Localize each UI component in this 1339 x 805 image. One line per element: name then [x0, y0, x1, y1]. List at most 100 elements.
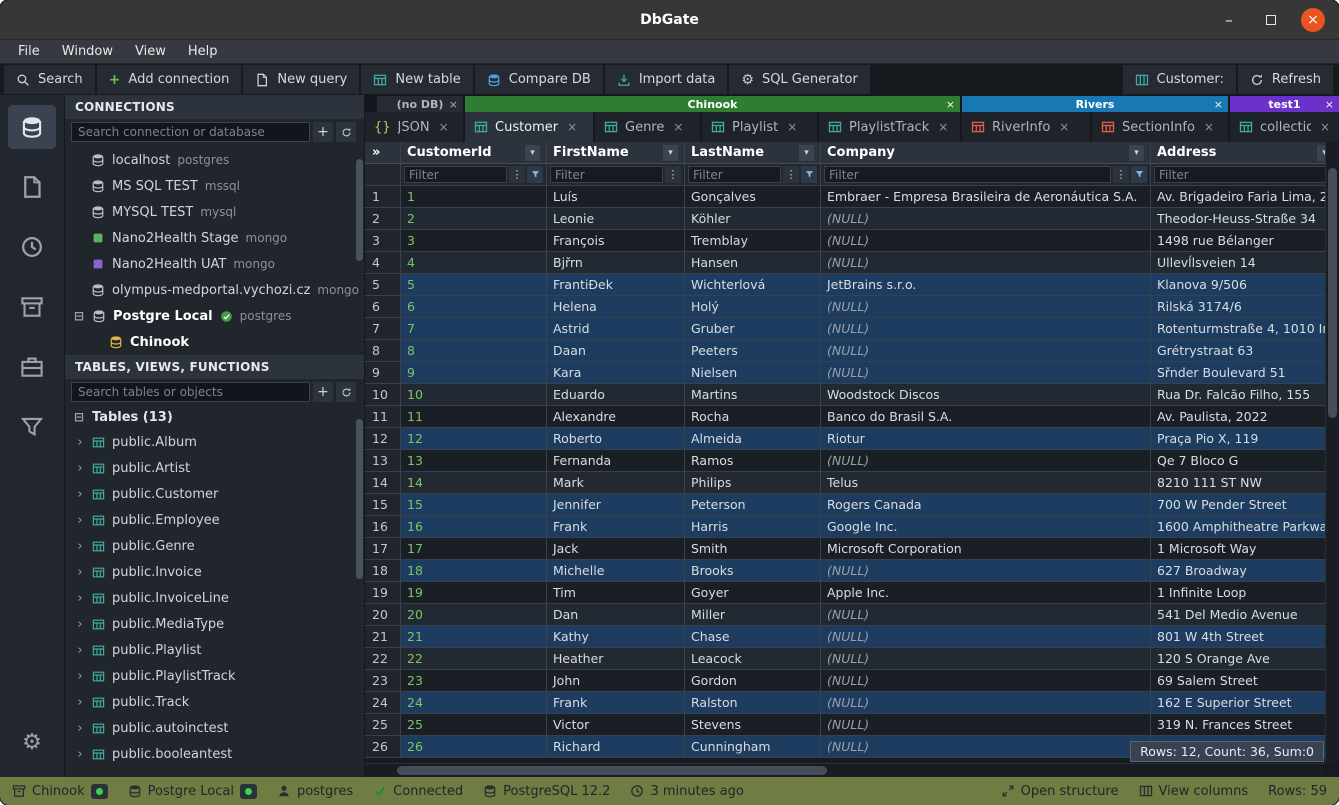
- cell-firstname[interactable]: Frank: [547, 516, 685, 538]
- cell-customerid[interactable]: 16: [401, 516, 547, 538]
- menu-item-file[interactable]: File: [8, 42, 50, 61]
- tab-playlisttrack[interactable]: PlaylistTrack×: [819, 112, 960, 142]
- cell-company[interactable]: (NULL): [821, 692, 1151, 714]
- toolbar-refresh-button[interactable]: Refresh: [1238, 65, 1333, 94]
- tab-json[interactable]: {}JSON×: [365, 112, 463, 142]
- cell-firstname[interactable]: Victor: [547, 714, 685, 736]
- cell-company[interactable]: Telus: [821, 472, 1151, 494]
- tab-group-rivers[interactable]: Rivers×: [962, 96, 1228, 112]
- add-connection-small-button[interactable]: +: [313, 122, 333, 142]
- cell-address[interactable]: Rotenturmstraße 4, 1010 Innere Stadt: [1151, 318, 1339, 340]
- status-postgres[interactable]: postgres: [277, 784, 353, 799]
- toolbar-new-query-button[interactable]: New query: [243, 65, 359, 94]
- cell-lastname[interactable]: Harris: [685, 516, 821, 538]
- status-postgre-local[interactable]: Postgre Local: [128, 784, 257, 799]
- cell-customerid[interactable]: 22: [401, 648, 547, 670]
- cell-firstname[interactable]: Luís: [547, 186, 685, 208]
- connection-item-ms-sql-test[interactable]: MS SQL TESTmssql: [65, 173, 364, 199]
- grid-corner-button[interactable]: »: [365, 142, 401, 164]
- cell-address[interactable]: 319 N. Frances Street: [1151, 714, 1339, 736]
- table-row[interactable]: 1717JackSmithMicrosoft Corporation1 Micr…: [365, 538, 1339, 560]
- cell-company[interactable]: (NULL): [821, 626, 1151, 648]
- cell-customerid[interactable]: 1: [401, 186, 547, 208]
- cell-address[interactable]: Rilská 3174/6: [1151, 296, 1339, 318]
- cell-address[interactable]: 120 S Orange Ave: [1151, 648, 1339, 670]
- sidebar-scrollbar[interactable]: [356, 419, 363, 579]
- cell-customerid[interactable]: 8: [401, 340, 547, 362]
- vertical-scrollbar-thumb[interactable]: [1328, 168, 1337, 418]
- filter-menu-button[interactable]: ⋮: [783, 166, 799, 183]
- cell-firstname[interactable]: Kara: [547, 362, 685, 384]
- cell-company[interactable]: (NULL): [821, 230, 1151, 252]
- tab-group-no-db[interactable]: (no DB)×: [377, 96, 463, 112]
- table-row[interactable]: 1818MichelleBrooks(NULL)627 Broadway: [365, 560, 1339, 582]
- cell-company[interactable]: (NULL): [821, 648, 1151, 670]
- sidebar-scrollbar[interactable]: [356, 159, 363, 261]
- cell-firstname[interactable]: Roberto: [547, 428, 685, 450]
- table-row[interactable]: 99KaraNielsen(NULL)Sřnder Boulevard 51: [365, 362, 1339, 384]
- tables-group[interactable]: ⊟ Tables (13): [65, 405, 364, 429]
- cell-firstname[interactable]: Richard: [547, 736, 685, 758]
- cell-address[interactable]: Ullevĺlsveien 14: [1151, 252, 1339, 274]
- connection-item-postgre-local[interactable]: ⊟Postgre Localpostgres: [65, 303, 364, 329]
- cell-firstname[interactable]: Astrid: [547, 318, 685, 340]
- cell-lastname[interactable]: Rocha: [685, 406, 821, 428]
- table-row[interactable]: 44BjřrnHansen(NULL)Ullevĺlsveien 14: [365, 252, 1339, 274]
- filter-funnel-button[interactable]: [527, 166, 543, 183]
- table-row[interactable]: 66HelenaHolý(NULL)Rilská 3174/6: [365, 296, 1339, 318]
- table-row[interactable]: 11LuísGonçalvesEmbraer - Empresa Brasile…: [365, 186, 1339, 208]
- toolbar-customer-button[interactable]: Customer:: [1123, 65, 1236, 94]
- table-item-public-artist[interactable]: ›public.Artist: [65, 455, 364, 481]
- filter-input-company[interactable]: [824, 166, 1111, 183]
- table-item-public-employee[interactable]: ›public.Employee: [65, 507, 364, 533]
- cell-lastname[interactable]: Philips: [685, 472, 821, 494]
- cell-address[interactable]: Av. Paulista, 2022: [1151, 406, 1339, 428]
- cell-lastname[interactable]: Nielsen: [685, 362, 821, 384]
- cell-customerid[interactable]: 12: [401, 428, 547, 450]
- cell-customerid[interactable]: 21: [401, 626, 547, 648]
- toolbar-compare-db-button[interactable]: Compare DB: [475, 65, 603, 94]
- table-item-public-invoiceline[interactable]: ›public.InvoiceLine: [65, 585, 364, 611]
- table-item-public-album[interactable]: ›public.Album: [65, 429, 364, 455]
- table-item-public-mediatype[interactable]: ›public.MediaType: [65, 611, 364, 637]
- cell-address[interactable]: Av. Brigadeiro Faria Lima, 2170: [1151, 186, 1339, 208]
- cell-address[interactable]: Praça Pio X, 119: [1151, 428, 1339, 450]
- menu-item-help[interactable]: Help: [178, 42, 228, 61]
- cell-company[interactable]: Riotur: [821, 428, 1151, 450]
- database-item-chinook[interactable]: Chinook: [65, 329, 364, 355]
- filter-funnel-button[interactable]: [801, 166, 817, 183]
- status-3-minutes-ago[interactable]: 3 minutes ago: [630, 784, 743, 799]
- cell-firstname[interactable]: Kathy: [547, 626, 685, 648]
- tab-sectioninfo[interactable]: SectionInfo×: [1092, 112, 1228, 142]
- cell-address[interactable]: Qe 7 Bloco G: [1151, 450, 1339, 472]
- cell-lastname[interactable]: Gonçalves: [685, 186, 821, 208]
- table-row[interactable]: 1616FrankHarrisGoogle Inc.1600 Amphithea…: [365, 516, 1339, 538]
- cell-firstname[interactable]: Tim: [547, 582, 685, 604]
- tab-customer[interactable]: Customer×: [465, 112, 593, 142]
- cell-firstname[interactable]: FrantiĐek: [547, 274, 685, 296]
- cell-lastname[interactable]: Almeida: [685, 428, 821, 450]
- cell-address[interactable]: Rua Dr. Falcão Filho, 155: [1151, 384, 1339, 406]
- table-row[interactable]: 2020DanMiller(NULL)541 Del Medio Avenue: [365, 604, 1339, 626]
- cell-lastname[interactable]: Holý: [685, 296, 821, 318]
- connection-item-olympus-medportal-vychozi-cz[interactable]: olympus-medportal.vychozi.czmongo: [65, 277, 364, 303]
- table-row[interactable]: 77AstridGruber(NULL)Rotenturmstraße 4, 1…: [365, 318, 1339, 340]
- connection-item-nano2health-stage[interactable]: Nano2Health Stagemongo: [65, 225, 364, 251]
- cell-lastname[interactable]: Tremblay: [685, 230, 821, 252]
- cell-company[interactable]: Banco do Brasil S.A.: [821, 406, 1151, 428]
- cell-lastname[interactable]: Ramos: [685, 450, 821, 472]
- status-view-columns[interactable]: View columns: [1139, 784, 1249, 799]
- cell-company[interactable]: Microsoft Corporation: [821, 538, 1151, 560]
- cell-company[interactable]: Woodstock Discos: [821, 384, 1151, 406]
- cell-lastname[interactable]: Brooks: [685, 560, 821, 582]
- cell-lastname[interactable]: Martins: [685, 384, 821, 406]
- cell-lastname[interactable]: Köhler: [685, 208, 821, 230]
- table-row[interactable]: 1414MarkPhilipsTelus8210 111 ST NW: [365, 472, 1339, 494]
- status-connected[interactable]: Connected: [373, 784, 463, 799]
- cell-company[interactable]: (NULL): [821, 318, 1151, 340]
- table-row[interactable]: 1111AlexandreRochaBanco do Brasil S.A.Av…: [365, 406, 1339, 428]
- toolbar-add-connection-button[interactable]: +Add connection: [97, 65, 242, 94]
- cell-address[interactable]: 627 Broadway: [1151, 560, 1339, 582]
- column-header-lastname[interactable]: LastName▾: [685, 142, 821, 164]
- cell-company[interactable]: (NULL): [821, 736, 1151, 758]
